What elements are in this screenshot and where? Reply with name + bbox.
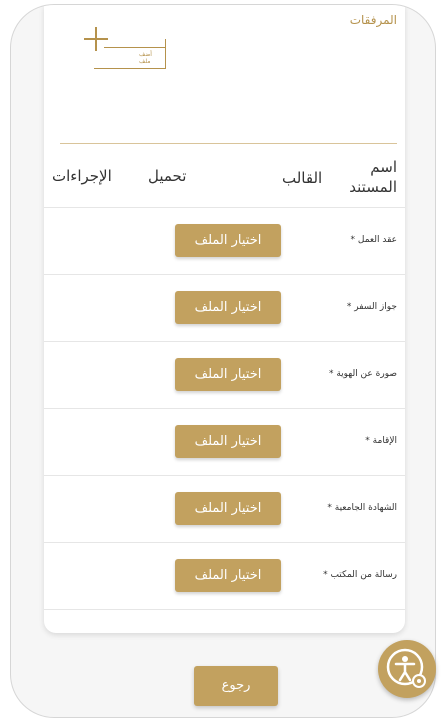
document-label: * رسالة من المكتب: [323, 570, 397, 580]
add-file-label: أضف ملف: [139, 51, 152, 65]
header-upload: تحميل: [148, 167, 187, 185]
table-row: * الشهادة الجامعية اختيار الملف: [44, 475, 405, 543]
document-label: * جواز السفر: [346, 302, 397, 312]
device-frame: المرفقات أضف ملف اسم المستند القالب تحمي…: [10, 4, 436, 718]
table-row: * جواز السفر اختيار الملف: [44, 274, 405, 342]
document-label: * صورة عن الهوية: [328, 369, 397, 379]
attachments-title: المرفقات: [349, 13, 397, 27]
choose-file-button[interactable]: اختيار الملف: [175, 559, 281, 592]
document-label: * عقد العمل: [350, 235, 398, 245]
plus-icon: [84, 27, 108, 51]
back-button[interactable]: رجوع: [194, 666, 278, 706]
add-file-border: [104, 47, 166, 48]
document-label: * الشهادة الجامعية: [327, 503, 397, 513]
header-template: القالب: [282, 169, 323, 187]
choose-file-button[interactable]: اختيار الملف: [175, 492, 281, 525]
table-row: * رسالة من المكتب اختيار الملف: [44, 542, 405, 610]
table-header: اسم المستند القالب تحميل الإجراءات: [44, 157, 405, 208]
table-row: * عقد العمل اختيار الملف: [44, 207, 405, 275]
choose-file-button[interactable]: اختيار الملف: [175, 291, 281, 324]
choose-file-button[interactable]: اختيار الملف: [175, 425, 281, 458]
choose-file-button[interactable]: اختيار الملف: [175, 224, 281, 257]
accessibility-settings-icon: [386, 648, 426, 688]
header-actions: الإجراءات: [52, 167, 112, 185]
table-row: * صورة عن الهوية اختيار الملف: [44, 341, 405, 409]
header-document-name: اسم المستند: [349, 158, 397, 196]
add-file-button[interactable]: أضف ملف: [84, 27, 166, 69]
document-label: * الإقامة: [365, 436, 397, 446]
accessibility-button[interactable]: [378, 640, 436, 698]
attachments-card: المرفقات أضف ملف اسم المستند القالب تحمي…: [44, 5, 405, 633]
section-divider: [60, 143, 397, 144]
table-row: * الإقامة اختيار الملف: [44, 408, 405, 476]
choose-file-button[interactable]: اختيار الملف: [175, 358, 281, 391]
